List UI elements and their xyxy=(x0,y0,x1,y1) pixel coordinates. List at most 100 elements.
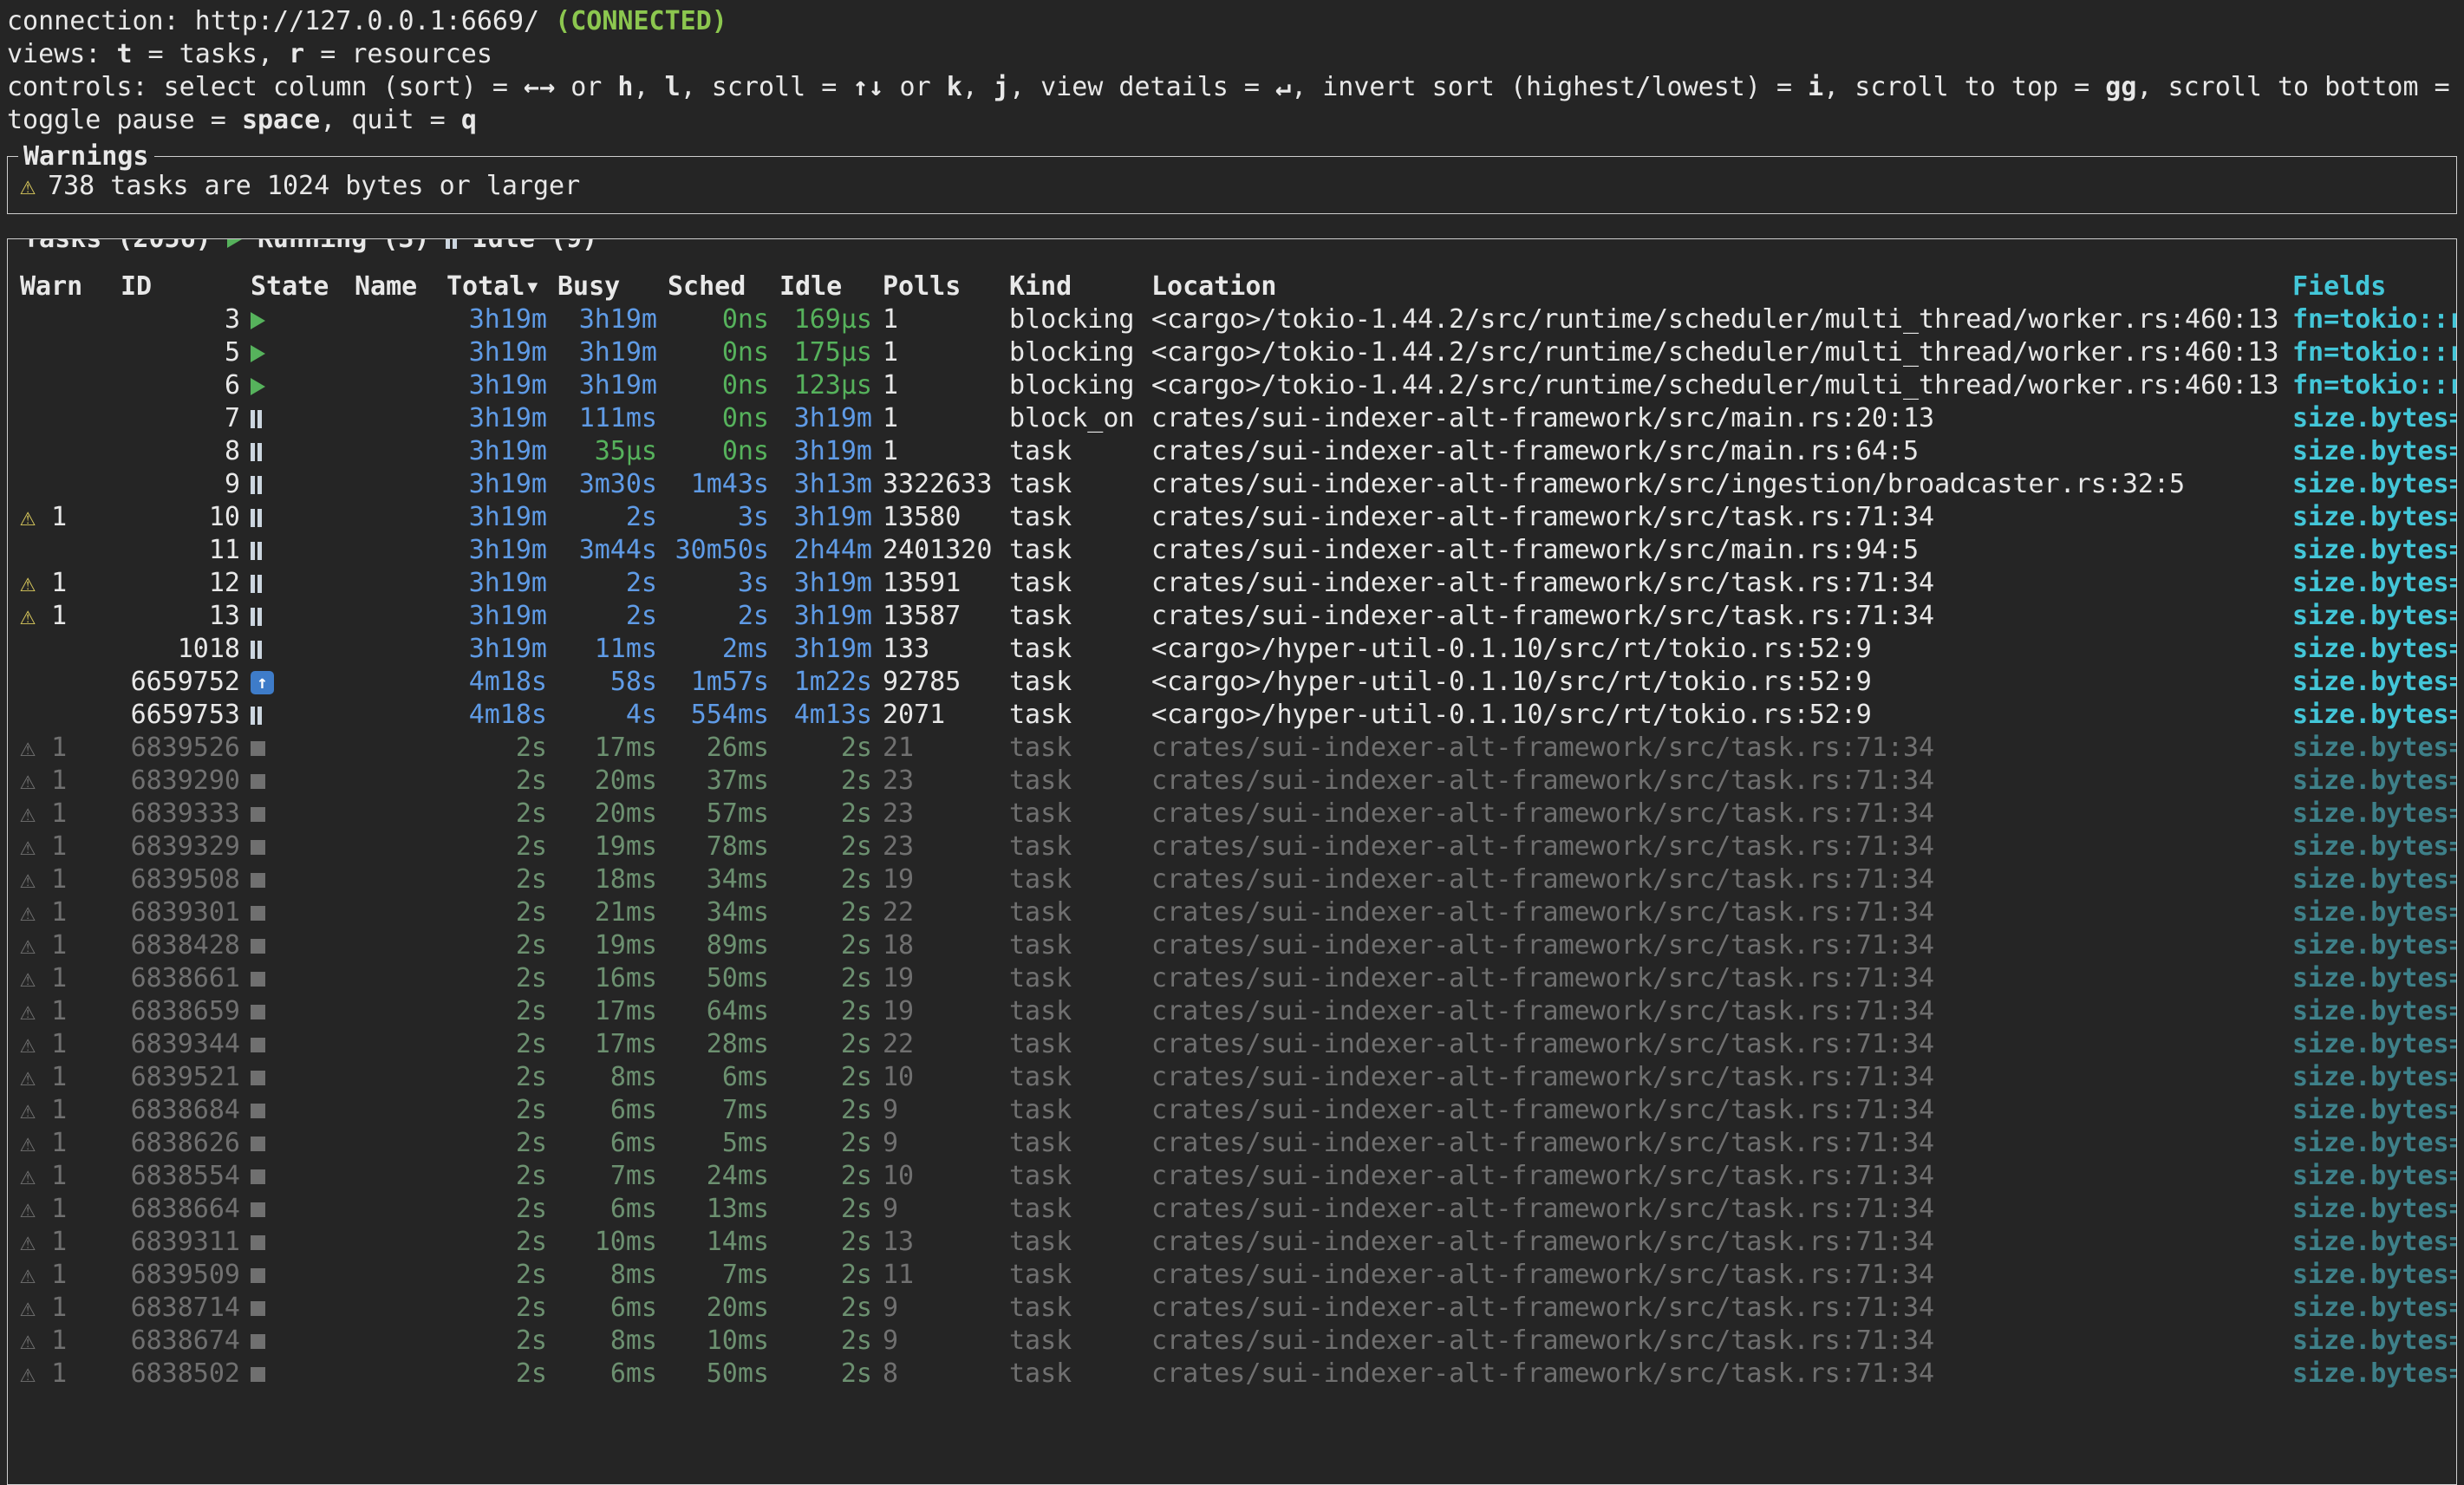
tasks-table-body: 33h19m3h19m0ns169µs1blocking<cargo>/toki… xyxy=(8,303,2456,1391)
cell-kind: task xyxy=(1004,1127,1146,1160)
column-header-name[interactable]: Name xyxy=(349,270,441,303)
cell-name xyxy=(349,1226,441,1259)
cell-idle: 3h19m xyxy=(774,633,877,666)
cell-kind: task xyxy=(1004,468,1146,501)
cell-state xyxy=(245,929,349,962)
cell-warn xyxy=(20,666,115,699)
row-warning-icon: ⚠ xyxy=(20,930,36,961)
cell-total: 2s xyxy=(441,1094,552,1127)
task-row-6838664[interactable]: ⚠ 168386642s6ms13ms2s9taskcrates/sui-ind… xyxy=(8,1193,2456,1226)
row-warning-icon: ⚠ xyxy=(20,1095,36,1125)
task-row-6839290[interactable]: ⚠ 168392902s20ms37ms2s23taskcrates/sui-i… xyxy=(8,765,2456,798)
task-row-11[interactable]: 113h19m3m44s30m50s2h44m2401320taskcrates… xyxy=(8,534,2456,567)
task-row-6839509[interactable]: ⚠ 168395092s8ms7ms2s11taskcrates/sui-ind… xyxy=(8,1259,2456,1292)
task-row-6838502[interactable]: ⚠ 168385022s6ms50ms2s8taskcrates/sui-ind… xyxy=(8,1358,2456,1391)
column-header-total[interactable]: Total▾ xyxy=(441,270,552,303)
cell-location: crates/sui-indexer-alt-framework/src/tas… xyxy=(1146,1094,2287,1127)
cell-polls: 13591 xyxy=(877,567,1004,600)
cell-location: crates/sui-indexer-alt-framework/src/tas… xyxy=(1146,896,2287,929)
text-segment: , quit = xyxy=(320,105,461,135)
cell-idle: 2s xyxy=(774,1160,877,1193)
task-row-6838684[interactable]: ⚠ 168386842s6ms7ms2s9taskcrates/sui-inde… xyxy=(8,1094,2456,1127)
task-row-6838554[interactable]: ⚠ 168385542s7ms24ms2s10taskcrates/sui-in… xyxy=(8,1160,2456,1193)
column-header-id[interactable]: ID xyxy=(115,270,245,303)
cell-fields: size.bytes= xyxy=(2287,1160,2456,1193)
task-row-10[interactable]: ⚠ 1103h19m2s3s3h19m13580taskcrates/sui-i… xyxy=(8,501,2456,534)
task-row-6838428[interactable]: ⚠ 168384282s19ms89ms2s18taskcrates/sui-i… xyxy=(8,929,2456,962)
cell-polls: 13580 xyxy=(877,501,1004,534)
cell-fields: size.bytes= xyxy=(2287,699,2456,732)
cell-idle: 2s xyxy=(774,1061,877,1094)
column-header-busy[interactable]: Busy xyxy=(552,270,662,303)
cell-state xyxy=(245,435,349,468)
column-header-location[interactable]: Location xyxy=(1146,270,2287,303)
column-header-sched[interactable]: Sched xyxy=(662,270,774,303)
task-row-6838626[interactable]: ⚠ 168386262s6ms5ms2s9taskcrates/sui-inde… xyxy=(8,1127,2456,1160)
task-row-3[interactable]: 33h19m3h19m0ns169µs1blocking<cargo>/toki… xyxy=(8,303,2456,336)
cell-warn: ⚠ 1 xyxy=(20,1028,115,1061)
row-warning-icon: ⚠ xyxy=(20,1062,36,1092)
task-row-9[interactable]: 93h19m3m30s1m43s3h13m3322633taskcrates/s… xyxy=(8,468,2456,501)
cell-sched: 3s xyxy=(662,501,774,534)
task-row-7[interactable]: 73h19m111ms0ns3h19m1block_oncrates/sui-i… xyxy=(8,402,2456,435)
row-warning-icon: ⚠ xyxy=(20,897,36,928)
task-row-6659753[interactable]: 66597534m18s4s554ms4m13s2071task<cargo>/… xyxy=(8,699,2456,732)
cell-warn: ⚠ 1 xyxy=(20,962,115,995)
task-row-6839311[interactable]: ⚠ 168393112s10ms14ms2s13taskcrates/sui-i… xyxy=(8,1226,2456,1259)
cell-kind: task xyxy=(1004,765,1146,798)
connection-line: connection: http://127.0.0.1:6669/ (CONN… xyxy=(7,5,2464,38)
column-header-polls[interactable]: Polls xyxy=(877,270,1004,303)
task-row-1018[interactable]: 10183h19m11ms2ms3h19m133task<cargo>/hype… xyxy=(8,633,2456,666)
cell-state xyxy=(245,1292,349,1325)
task-row-6838674[interactable]: ⚠ 168386742s8ms10ms2s9taskcrates/sui-ind… xyxy=(8,1325,2456,1358)
warnings-title-text: Warnings xyxy=(23,140,149,173)
cell-id: 12 xyxy=(115,567,245,600)
cell-busy: 6ms xyxy=(552,1127,662,1160)
cell-name xyxy=(349,765,441,798)
task-row-6659752[interactable]: 6659752↑4m18s58s1m57s1m22s92785task<carg… xyxy=(8,666,2456,699)
cell-busy: 6ms xyxy=(552,1094,662,1127)
task-row-6839521[interactable]: ⚠ 168395212s8ms6ms2s10taskcrates/sui-ind… xyxy=(8,1061,2456,1094)
task-row-6839301[interactable]: ⚠ 168393012s21ms34ms2s22taskcrates/sui-i… xyxy=(8,896,2456,929)
task-row-6839508[interactable]: ⚠ 168395082s18ms34ms2s19taskcrates/sui-i… xyxy=(8,863,2456,896)
views-line: views: t = tasks, r = resources xyxy=(7,38,2464,71)
cell-state xyxy=(245,896,349,929)
task-row-6838661[interactable]: ⚠ 168386612s16ms50ms2s19taskcrates/sui-i… xyxy=(8,962,2456,995)
task-row-6[interactable]: 63h19m3h19m0ns123µs1blocking<cargo>/toki… xyxy=(8,369,2456,402)
column-header-fields[interactable]: Fields xyxy=(2287,270,2456,303)
cell-id: 1018 xyxy=(115,633,245,666)
cell-location: crates/sui-indexer-alt-framework/src/tas… xyxy=(1146,1028,2287,1061)
column-header-kind[interactable]: Kind xyxy=(1004,270,1146,303)
cell-idle: 2s xyxy=(774,765,877,798)
cell-warn: ⚠ 1 xyxy=(20,1061,115,1094)
task-row-6839344[interactable]: ⚠ 168393442s17ms28ms2s22taskcrates/sui-i… xyxy=(8,1028,2456,1061)
column-header-warn[interactable]: Warn xyxy=(20,270,115,303)
task-row-8[interactable]: 83h19m35µs0ns3h19m1taskcrates/sui-indexe… xyxy=(8,435,2456,468)
task-row-6838714[interactable]: ⚠ 168387142s6ms20ms2s9taskcrates/sui-ind… xyxy=(8,1292,2456,1325)
task-row-6839329[interactable]: ⚠ 168393292s19ms78ms2s23taskcrates/sui-i… xyxy=(8,830,2456,863)
task-row-6838659[interactable]: ⚠ 168386592s17ms64ms2s19taskcrates/sui-i… xyxy=(8,995,2456,1028)
cell-total: 3h19m xyxy=(441,435,552,468)
column-header-idle[interactable]: Idle xyxy=(774,270,877,303)
cell-kind: task xyxy=(1004,633,1146,666)
cell-sched: 78ms xyxy=(662,830,774,863)
task-row-13[interactable]: ⚠ 1133h19m2s2s3h19m13587taskcrates/sui-i… xyxy=(8,600,2456,633)
cell-state: ↑ xyxy=(245,666,349,699)
cell-id: 7 xyxy=(115,402,245,435)
cell-busy: 17ms xyxy=(552,995,662,1028)
task-row-6839333[interactable]: ⚠ 168393332s20ms57ms2s23taskcrates/sui-i… xyxy=(8,798,2456,830)
text-segment: = resources xyxy=(304,39,492,69)
cell-id: 11 xyxy=(115,534,245,567)
task-row-12[interactable]: ⚠ 1123h19m2s3s3h19m13591taskcrates/sui-i… xyxy=(8,567,2456,600)
task-row-5[interactable]: 53h19m3h19m0ns175µs1blocking<cargo>/toki… xyxy=(8,336,2456,369)
cell-polls: 1 xyxy=(877,303,1004,336)
cell-total: 2s xyxy=(441,1325,552,1358)
task-row-6839526[interactable]: ⚠ 168395262s17ms26ms2s21taskcrates/sui-i… xyxy=(8,732,2456,765)
cell-polls: 92785 xyxy=(877,666,1004,699)
cell-sched: 10ms xyxy=(662,1325,774,1358)
cell-location: <cargo>/hyper-util-0.1.10/src/rt/tokio.r… xyxy=(1146,699,2287,732)
cell-sched: 28ms xyxy=(662,1028,774,1061)
column-header-state[interactable]: State xyxy=(245,270,349,303)
cell-total: 2s xyxy=(441,1226,552,1259)
cell-busy: 6ms xyxy=(552,1193,662,1226)
